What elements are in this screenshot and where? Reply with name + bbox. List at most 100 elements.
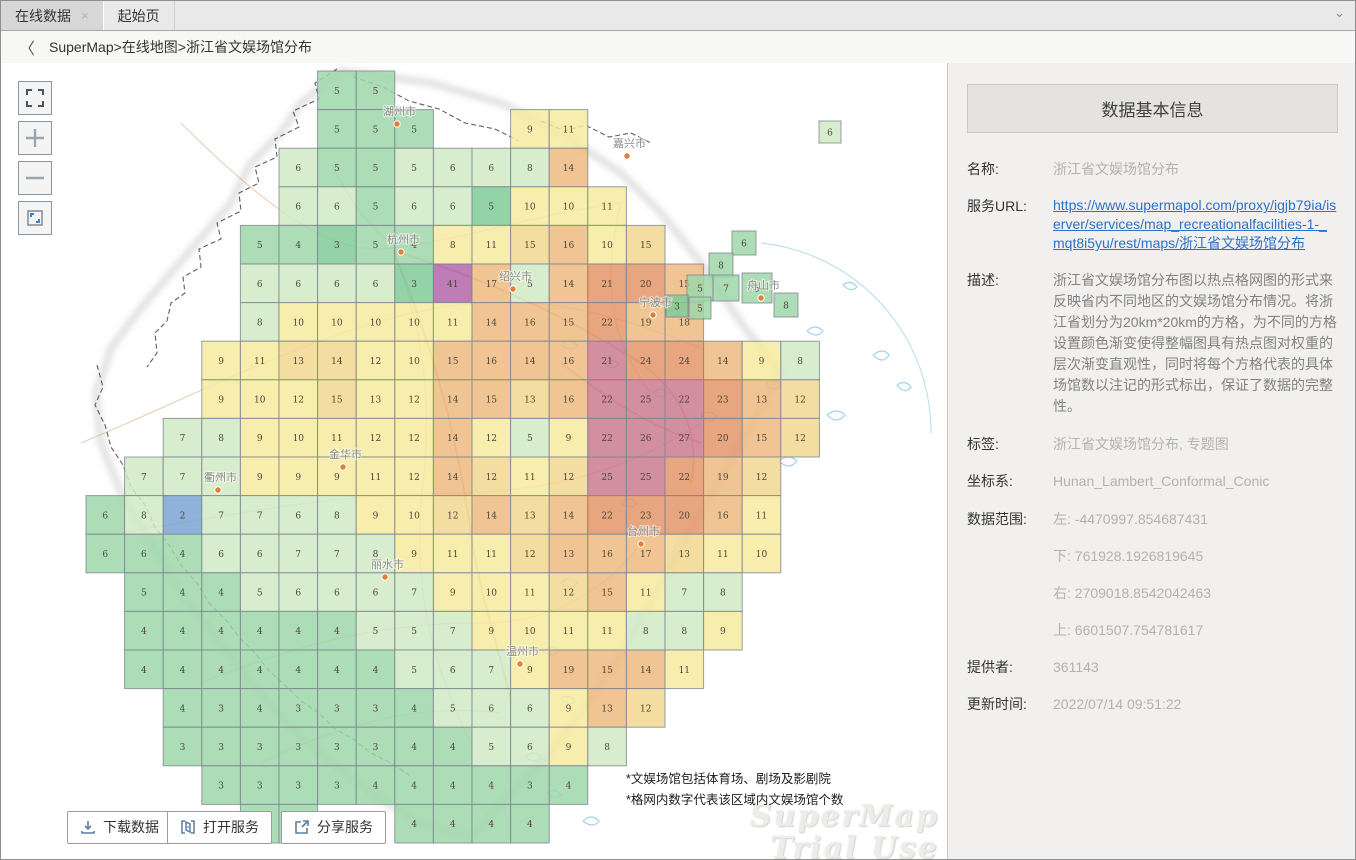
grid-cell-value: 20 (679, 511, 691, 521)
city-marker-dot (758, 295, 764, 301)
fullscreen-button[interactable] (18, 81, 52, 115)
grid-cell-value: 9 (566, 743, 572, 753)
grid-cell-value: 8 (527, 164, 533, 174)
grid-cell-value: 4 (180, 589, 186, 599)
grid-cell-value: 3 (218, 743, 224, 753)
grid-cell-value: 11 (524, 589, 535, 599)
grid-cell-value: 16 (486, 357, 498, 367)
fullscreen-icon (25, 88, 45, 108)
grid-cell-value: 8 (604, 743, 610, 753)
grid-cell-value: 3 (257, 782, 263, 792)
city-marker-dot (394, 121, 400, 127)
grid-cell-value: 15 (486, 396, 498, 406)
description-label: 描述: (967, 270, 1053, 417)
grid-cell-value: 21 (601, 357, 612, 367)
open-service-button[interactable]: 打开服务 (167, 811, 272, 844)
grid-cell-value: 11 (524, 473, 535, 483)
grid-cell-value: 8 (783, 302, 789, 312)
grid-cell-value: 11 (254, 357, 265, 367)
chevron-down-icon[interactable]: ⌄ (1334, 5, 1345, 21)
grid-cell-value: 14 (447, 473, 459, 483)
grid-cell-value: 22 (601, 434, 612, 444)
back-icon[interactable]: 〈 (19, 35, 35, 59)
grid-cell-value: 4 (334, 627, 340, 637)
breadcrumb-bar: 〈 SuperMap>在线地图>浙江省文娱场馆分布 (1, 31, 1355, 63)
city-marker-dot (215, 487, 221, 493)
grid-cell-value: 22 (601, 396, 612, 406)
grid-cell-value: 8 (718, 262, 724, 272)
grid-cell-value: 3 (257, 743, 263, 753)
grid-cell-value: 11 (486, 241, 497, 251)
grid-cell-value: 6 (488, 704, 494, 714)
grid-cell-value: 8 (257, 318, 263, 328)
grid-cell-value: 13 (679, 550, 691, 560)
share-service-button[interactable]: 分享服务 (281, 811, 386, 844)
city-label: 绍兴市 (499, 269, 532, 283)
crs-value: Hunan_Lambert_Conformal_Conic (1053, 471, 1338, 491)
grid-cell-value: 14 (563, 511, 575, 521)
grid-cell-value: 4 (295, 627, 301, 637)
service-url-link[interactable]: https://www.supermapol.com/proxy/igjb79i… (1053, 196, 1338, 253)
grid-cell-value: 4 (527, 820, 533, 830)
grid-cell-value: 11 (601, 627, 612, 637)
grid-cell-value: 19 (640, 318, 652, 328)
grid-cell-value: 7 (180, 434, 186, 444)
extent-top: 上: 6601507.754781617 (1053, 620, 1338, 640)
tab-start-page[interactable]: 起始页 (104, 1, 175, 30)
download-data-button[interactable]: 下载数据 (67, 811, 172, 844)
grid-cell-value: 4 (334, 666, 340, 676)
grid-cell-value: 16 (717, 511, 729, 521)
download-data-label: 下载数据 (103, 817, 159, 837)
grid-cell-value: 6 (295, 589, 301, 599)
close-icon[interactable]: × (81, 8, 89, 23)
grid-cell-value: 2 (180, 511, 186, 521)
grid-cell-value: 6 (741, 240, 747, 250)
grid-cell-value: 16 (563, 396, 575, 406)
data-info-panel: 数据基本信息 名称: 浙江省文娱场馆分布 服务URL: https://www.… (947, 63, 1355, 860)
grid-cell-value: 10 (370, 318, 382, 328)
city-label: 舟山市 (747, 278, 780, 292)
grid-cell-value: 8 (681, 627, 687, 637)
minus-icon (25, 168, 45, 188)
zoom-in-button[interactable] (18, 121, 52, 155)
grid-cell-value: 4 (218, 627, 224, 637)
grid-cell-value: 10 (601, 241, 613, 251)
zoom-out-button[interactable] (18, 161, 52, 195)
city-marker-dot (398, 249, 404, 255)
grid-cell-value: 3 (674, 303, 680, 313)
grid-cell-value: 7 (141, 473, 147, 483)
grid-cell-value: 17 (640, 550, 652, 560)
grid-cell-value: 9 (566, 704, 572, 714)
grid-cell-value: 11 (447, 318, 458, 328)
crs-label: 坐标系: (967, 471, 1053, 491)
extent-right: 右: 2709018.8542042463 (1053, 583, 1338, 603)
grid-cell-value: 3 (295, 704, 301, 714)
grid-cell-value: 12 (408, 396, 419, 406)
tab-online-data[interactable]: 在线数据 × (1, 1, 104, 30)
grid-cell-value: 10 (293, 318, 305, 328)
grid-cell-value: 6 (102, 550, 108, 560)
grid-cell-value: 11 (640, 589, 651, 599)
grid-cell-value: 4 (566, 782, 572, 792)
tab-online-data-label: 在线数据 (15, 6, 71, 26)
grid-cell-value: 9 (720, 627, 726, 637)
grid-cell-value: 15 (756, 434, 768, 444)
grid-cell-value: 5 (488, 203, 494, 213)
grid-cell-value: 4 (218, 666, 224, 676)
tags-label: 标签: (967, 434, 1053, 454)
grid-cell-value: 5 (411, 627, 417, 637)
grid-cell-value: 19 (717, 473, 729, 483)
map-footnotes: *文娱场馆包括体育场、剧场及影剧院 *格网内数字代表该区域内文娱场馆个数 (626, 769, 843, 810)
grid-cell-value: 8 (218, 434, 224, 444)
grid-cell-value: 9 (450, 589, 456, 599)
restore-extent-button[interactable] (18, 201, 52, 235)
app-window: 在线数据 × 起始页 ⌄ 〈 SuperMap>在线地图>浙江省文娱场馆分布 (0, 0, 1356, 860)
map-canvas[interactable]: 5555591165556681466566510101154354811151… (1, 63, 947, 860)
grid-cell-value: 3 (373, 743, 379, 753)
grid-cell-value: 14 (563, 280, 575, 290)
grid-cell-value: 3 (411, 280, 417, 290)
watermark-line2: Trial Use (750, 833, 939, 860)
grid-cell-value: 10 (408, 511, 420, 521)
grid-cell-value: 16 (524, 318, 536, 328)
grid-cell-value: 10 (756, 550, 768, 560)
